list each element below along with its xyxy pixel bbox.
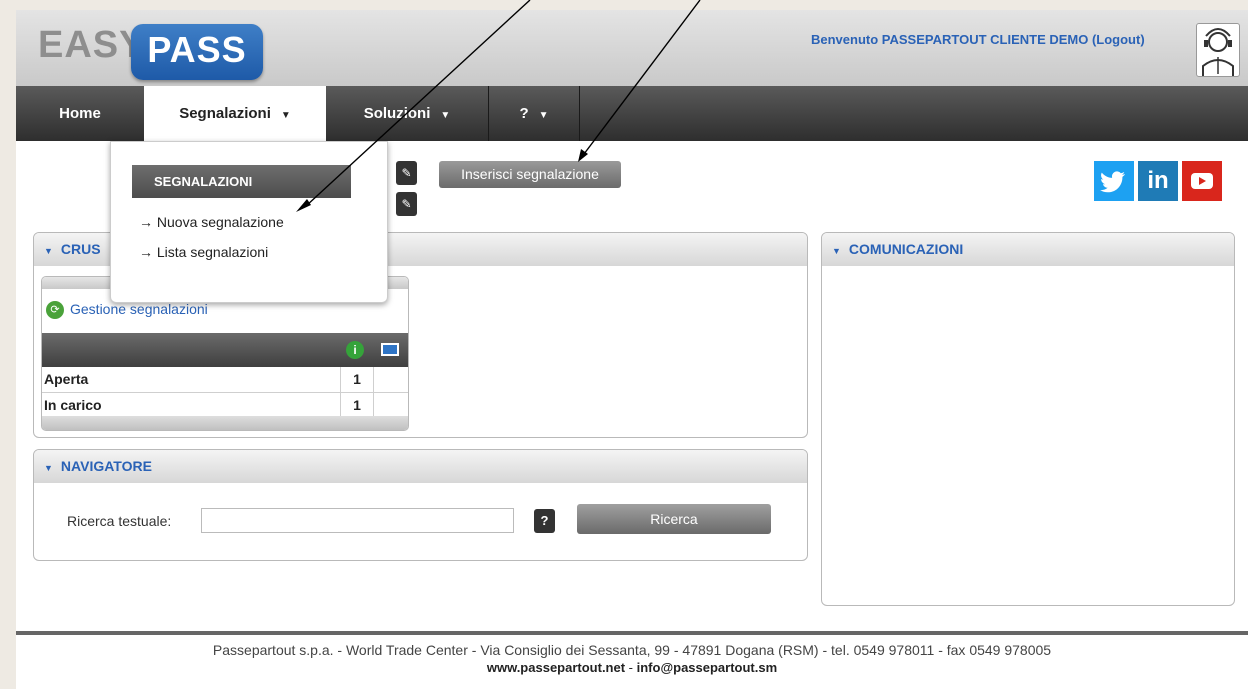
annotation-arrow-line (583, 0, 701, 155)
annotation-arrowhead (296, 199, 311, 212)
annotation-arrows (296, 0, 701, 212)
annotation-arrow-line (305, 0, 531, 207)
